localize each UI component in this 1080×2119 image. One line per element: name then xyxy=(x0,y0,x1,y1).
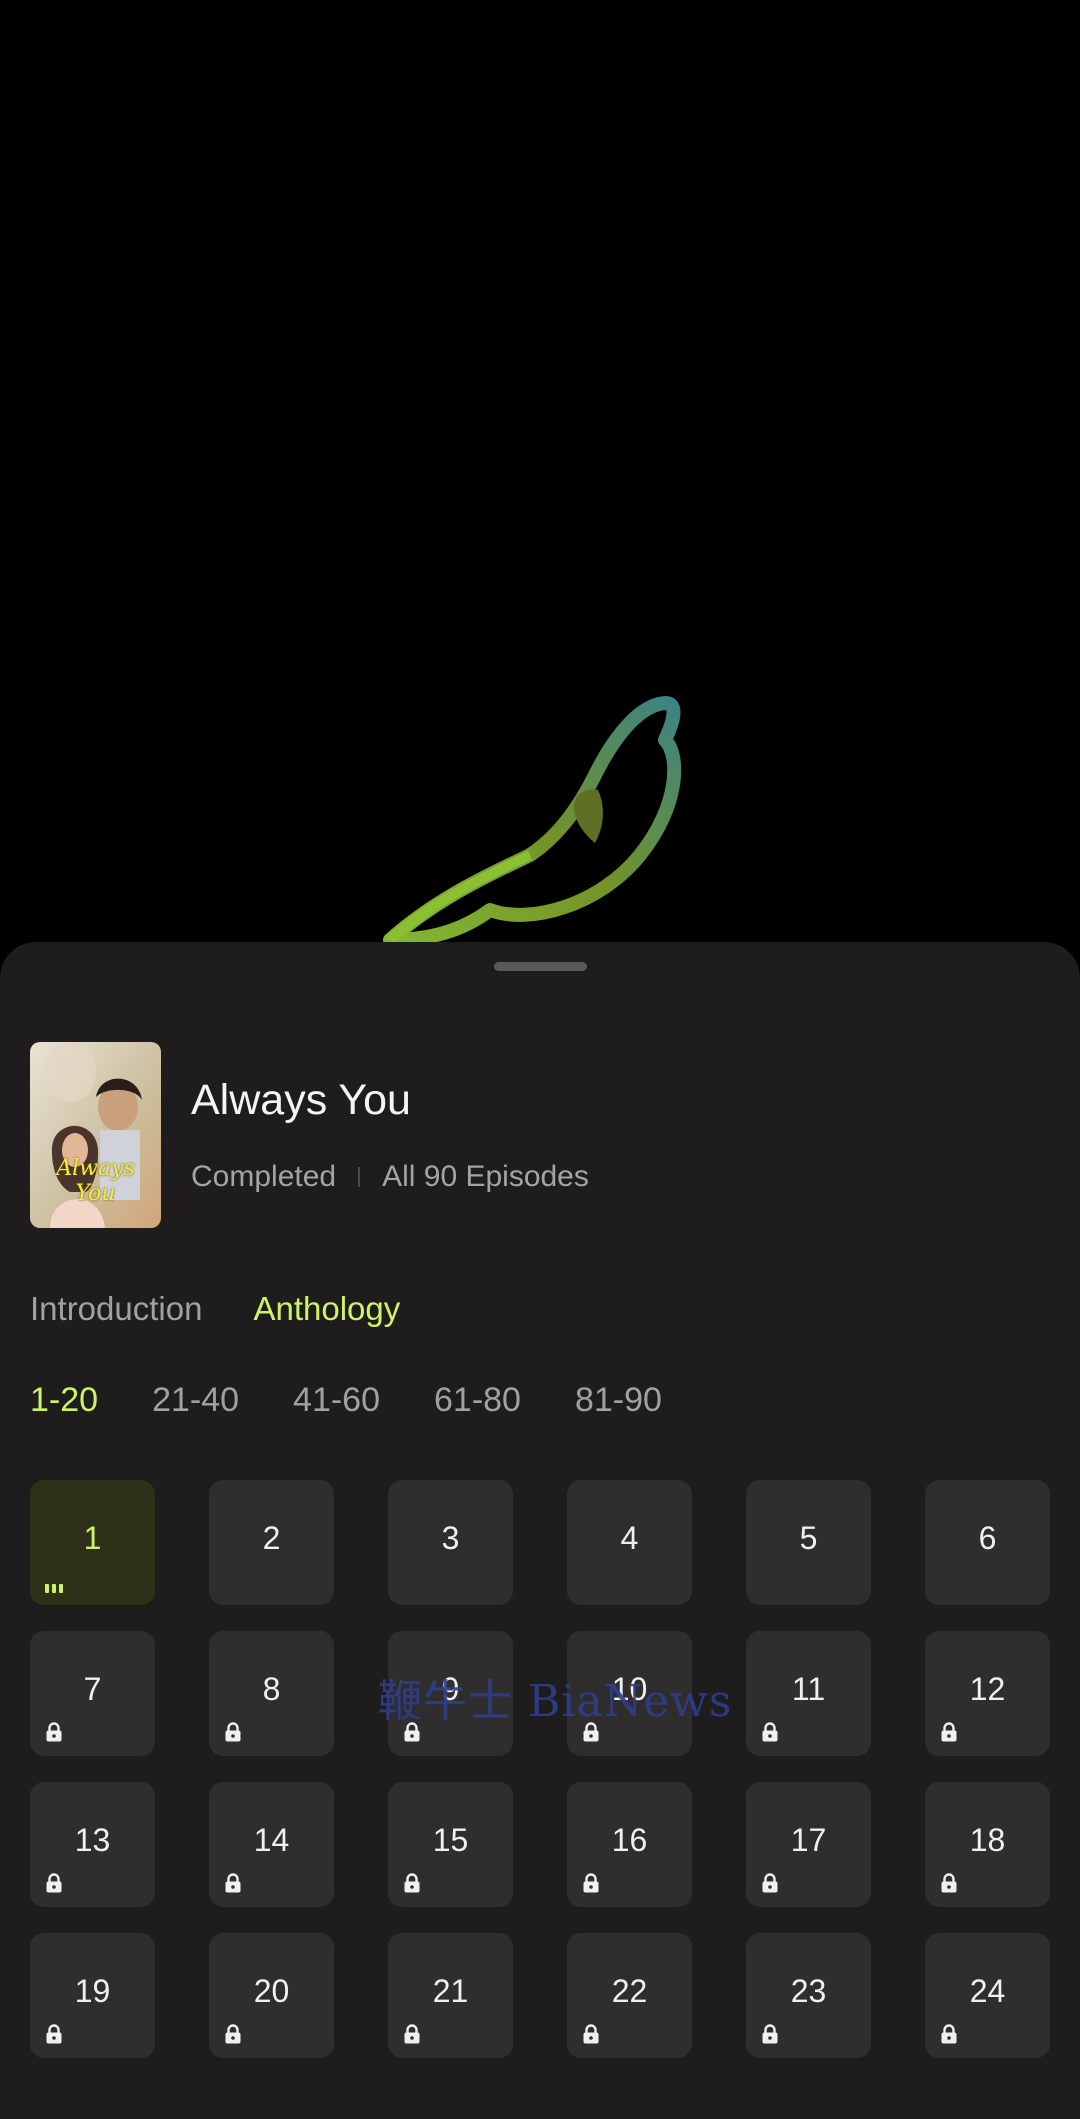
episode-number: 2 xyxy=(262,1520,281,1556)
episode-number: 21 xyxy=(432,1973,469,2009)
episode-tile[interactable]: 15 xyxy=(388,1782,513,1907)
lock-icon xyxy=(941,1873,957,1893)
episode-number: 14 xyxy=(253,1822,290,1858)
episode-number: 15 xyxy=(432,1822,469,1858)
episode-tile[interactable]: 16 xyxy=(567,1782,692,1907)
range-61-80[interactable]: 61-80 xyxy=(434,1381,521,1420)
episode-sheet: Always You Always You Completed All 90 E… xyxy=(0,942,1080,2119)
now-playing-icon xyxy=(45,1584,63,1593)
lock-icon xyxy=(225,1722,241,1742)
episode-number: 1 xyxy=(83,1520,102,1556)
poster-title-text: Always You xyxy=(56,1156,135,1206)
drama-status: Completed xyxy=(191,1160,337,1193)
meta-divider xyxy=(358,1167,361,1187)
episode-tile[interactable]: 8 xyxy=(209,1631,334,1756)
episode-tile[interactable]: 13 xyxy=(30,1782,155,1907)
episode-tile[interactable]: 5 xyxy=(746,1480,871,1605)
episode-number: 22 xyxy=(611,1973,648,2009)
lock-icon xyxy=(583,2024,599,2044)
episode-tile[interactable]: 7 xyxy=(30,1631,155,1756)
app-loading-logo-icon xyxy=(383,696,682,947)
drag-handle[interactable] xyxy=(494,962,587,971)
episode-tile[interactable]: 24 xyxy=(925,1933,1050,2058)
episode-number: 3 xyxy=(441,1520,460,1556)
episode-tile[interactable]: 12 xyxy=(925,1631,1050,1756)
episode-count: All 90 Episodes xyxy=(382,1160,589,1193)
lock-icon xyxy=(46,1873,62,1893)
episode-tile[interactable]: 14 xyxy=(209,1782,334,1907)
episode-tile[interactable]: 3 xyxy=(388,1480,513,1605)
tab-introduction[interactable]: Introduction xyxy=(30,1290,202,1328)
episode-number: 17 xyxy=(790,1822,827,1858)
episode-tile[interactable]: 23 xyxy=(746,1933,871,2058)
episode-tile[interactable]: 17 xyxy=(746,1782,871,1907)
lock-icon xyxy=(762,1722,778,1742)
drama-info: Always You Always You Completed All 90 E… xyxy=(30,1042,1050,1228)
episode-number: 19 xyxy=(74,1973,111,2009)
drama-meta: Completed All 90 Episodes xyxy=(191,1160,589,1194)
episode-tile[interactable]: 19 xyxy=(30,1933,155,2058)
episode-tile[interactable]: 4 xyxy=(567,1480,692,1605)
lock-icon xyxy=(404,2024,420,2044)
episode-number: 16 xyxy=(611,1822,648,1858)
episode-tile[interactable]: 1 xyxy=(30,1480,155,1605)
episode-range-selector: 1-20 21-40 41-60 61-80 81-90 xyxy=(30,1381,662,1420)
lock-icon xyxy=(941,2024,957,2044)
episode-number: 11 xyxy=(791,1671,826,1707)
drama-poster[interactable]: Always You xyxy=(30,1042,161,1228)
info-tabs: Introduction Anthology xyxy=(30,1290,400,1328)
episode-number: 18 xyxy=(969,1822,1006,1858)
lock-icon xyxy=(404,1873,420,1893)
episode-tile[interactable]: 18 xyxy=(925,1782,1050,1907)
episode-tile[interactable]: 2 xyxy=(209,1480,334,1605)
lock-icon xyxy=(583,1873,599,1893)
video-player-area[interactable] xyxy=(0,0,1080,947)
episode-number: 24 xyxy=(969,1973,1006,2009)
range-1-20[interactable]: 1-20 xyxy=(30,1381,98,1420)
lock-icon xyxy=(762,1873,778,1893)
range-81-90[interactable]: 81-90 xyxy=(575,1381,662,1420)
lock-icon xyxy=(46,1722,62,1742)
episode-number: 4 xyxy=(620,1520,639,1556)
episode-number: 20 xyxy=(253,1973,290,2009)
episode-number: 7 xyxy=(83,1671,102,1707)
episode-number: 8 xyxy=(262,1671,281,1707)
episode-number: 23 xyxy=(790,1973,827,2009)
lock-icon xyxy=(941,1722,957,1742)
lock-icon xyxy=(225,1873,241,1893)
episode-tile[interactable]: 6 xyxy=(925,1480,1050,1605)
lock-icon xyxy=(225,2024,241,2044)
episode-tile[interactable]: 22 xyxy=(567,1933,692,2058)
watermark: 鞭牛士 BiaNews xyxy=(378,1676,733,1727)
episode-number: 12 xyxy=(969,1671,1006,1707)
episode-grid: 1 2 3 4 5 6 7 8 9 10 11 12 13 14 15 16 17 18 19 20 21 22 23 24 xyxy=(30,1480,1050,2058)
range-41-60[interactable]: 41-60 xyxy=(293,1381,380,1420)
range-21-40[interactable]: 21-40 xyxy=(152,1381,239,1420)
tab-anthology[interactable]: Anthology xyxy=(253,1290,400,1328)
episode-tile[interactable]: 21 xyxy=(388,1933,513,2058)
lock-icon xyxy=(46,2024,62,2044)
episode-number: 13 xyxy=(74,1822,111,1858)
lock-icon xyxy=(762,2024,778,2044)
episode-tile[interactable]: 20 xyxy=(209,1933,334,2058)
episode-number: 6 xyxy=(978,1520,997,1556)
drama-title: Always You xyxy=(191,1076,411,1124)
episode-number: 5 xyxy=(799,1520,818,1556)
episode-tile[interactable]: 11 xyxy=(746,1631,871,1756)
